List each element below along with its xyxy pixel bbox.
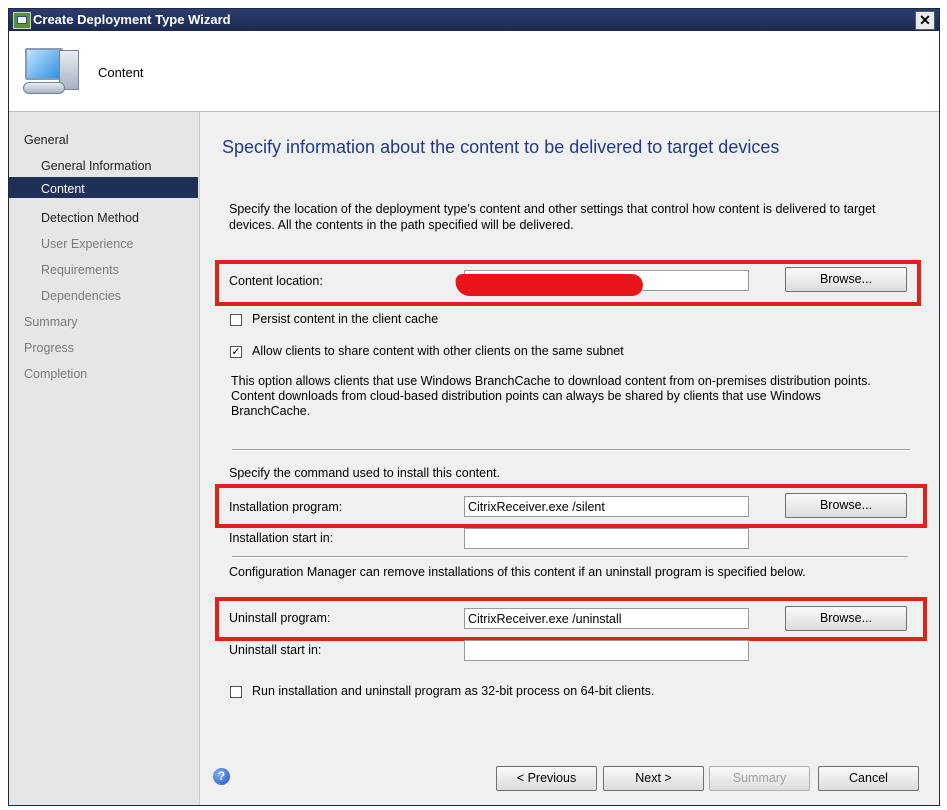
title-bar: Create Deployment Type Wizard ✕ <box>9 9 939 31</box>
header-band: Content <box>9 31 939 112</box>
annotation-box-content-location <box>215 260 921 306</box>
computer-icon <box>21 46 79 100</box>
uninstall-start-input[interactable] <box>464 640 749 661</box>
allow-share-checkbox[interactable]: ✓ <box>230 346 242 358</box>
wizard-window: Create Deployment Type Wizard ✕ Content … <box>8 8 940 806</box>
intro-text-line1: Specify the location of the deployment t… <box>229 202 876 216</box>
close-button[interactable]: ✕ <box>915 11 935 30</box>
summary-button[interactable]: Summary <box>709 766 810 791</box>
nav-item-detection-method[interactable]: Detection Method <box>41 211 139 225</box>
window-title: Create Deployment Type Wizard <box>33 12 231 27</box>
next-button[interactable]: Next > <box>603 766 704 791</box>
wizard-app-icon <box>13 12 31 29</box>
nav-item-progress: Progress <box>24 341 75 355</box>
install-command-text: Specify the command used to install this… <box>229 466 500 480</box>
persist-content-checkbox[interactable] <box>230 314 242 326</box>
wizard-nav: General General Information Content Dete… <box>9 112 200 805</box>
content-panel: Specify information about the content to… <box>200 112 939 805</box>
help-icon[interactable]: ? <box>213 768 230 785</box>
page-title: Content <box>98 65 144 80</box>
nav-item-summary: Summary <box>24 315 78 329</box>
section-heading: Specify information about the content to… <box>222 137 780 157</box>
nav-item-user-experience: User Experience <box>41 237 134 251</box>
nav-item-content[interactable]: Content <box>41 182 85 196</box>
branchcache-text-line2: Content downloads from cloud-based distr… <box>231 389 821 403</box>
intro-text-line2: devices. All the contents in the path sp… <box>229 218 574 232</box>
cancel-button[interactable]: Cancel <box>818 766 919 791</box>
branchcache-text-line3: BranchCache. <box>231 404 311 418</box>
run-32bit-checkbox[interactable] <box>230 686 242 698</box>
nav-item-general-information[interactable]: General Information <box>41 159 151 173</box>
uninstall-start-label: Uninstall start in: <box>229 643 322 657</box>
nav-item-dependencies: Dependencies <box>41 289 121 303</box>
separator-2 <box>232 556 908 558</box>
previous-button[interactable]: < Previous <box>496 766 597 791</box>
nav-item-general: General <box>24 133 69 147</box>
nav-item-completion: Completion <box>24 367 88 381</box>
install-start-input[interactable] <box>464 528 749 549</box>
allow-share-label: Allow clients to share content with othe… <box>252 344 624 358</box>
install-start-label: Installation start in: <box>229 531 334 545</box>
annotation-box-uninstall-program <box>215 597 927 641</box>
annotation-box-install-program <box>215 484 927 528</box>
nav-selection-highlight <box>9 177 198 198</box>
separator-1 <box>232 449 910 451</box>
nav-item-requirements: Requirements <box>41 263 119 277</box>
uninstall-note: Configuration Manager can remove install… <box>229 565 806 579</box>
branchcache-text-line1: This option allows clients that use Wind… <box>231 374 871 388</box>
persist-content-label: Persist content in the client cache <box>252 312 439 326</box>
run-32bit-label: Run installation and uninstall program a… <box>252 684 655 698</box>
